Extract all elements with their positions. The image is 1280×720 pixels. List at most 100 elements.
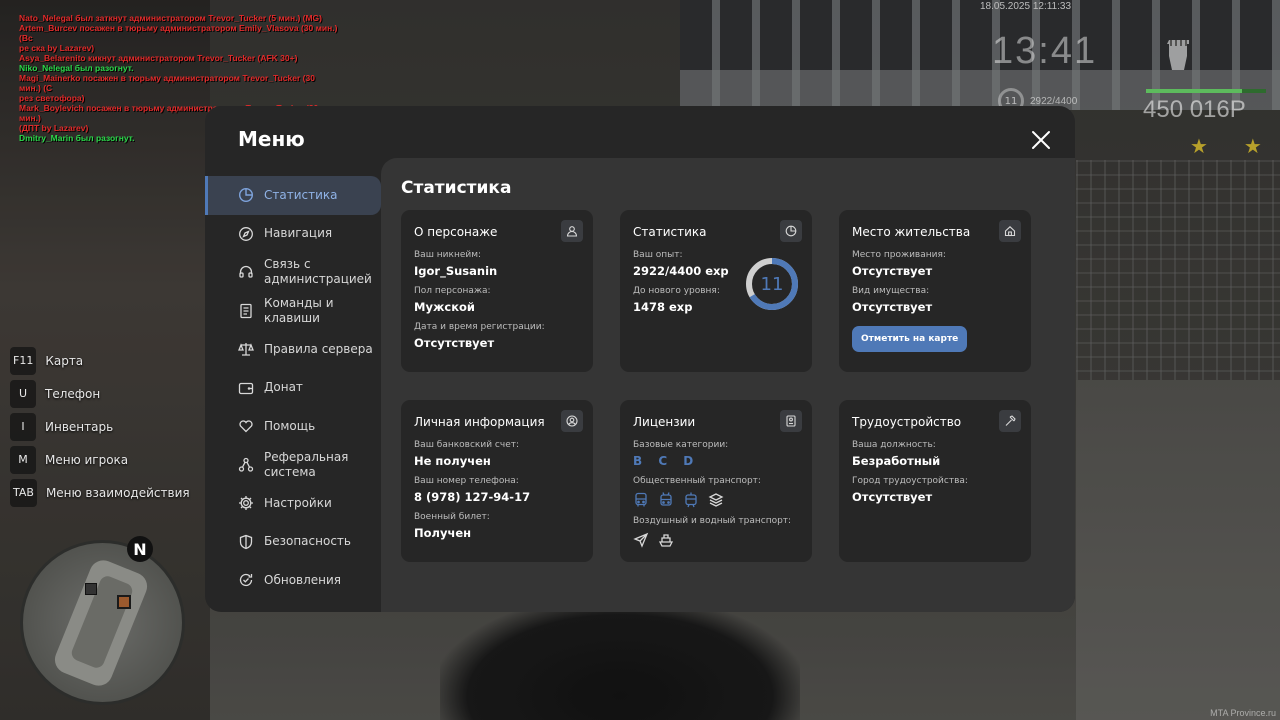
hotkey-key: TAB	[10, 478, 37, 507]
minimap-blip	[85, 583, 97, 595]
chat-line: ре ска by Lazarev)	[19, 43, 95, 53]
chat-line: Asya_Belarenito кикнут администратором T…	[19, 53, 298, 63]
sidebar-item-security[interactable]: Безопасность	[205, 523, 381, 562]
sidebar-item-label: Донат	[264, 380, 303, 395]
card-stats: Статистика Ваш опыт: 2922/4400 exp До но…	[620, 210, 812, 372]
card-icon-box	[999, 410, 1021, 432]
network-icon	[238, 457, 254, 472]
hammer-icon	[1005, 415, 1016, 426]
military-value: Получен	[414, 526, 472, 540]
sidebar-item-commands[interactable]: Команды и клавиши	[205, 292, 381, 331]
wallet-icon	[238, 382, 254, 394]
sidebar-item-rules[interactable]: Правила сервера	[205, 330, 381, 369]
pie-chart-icon	[785, 225, 797, 237]
base-categories-value: B C D	[633, 454, 700, 468]
place-value: Отсутствует	[852, 264, 933, 278]
headset-icon	[239, 266, 253, 278]
hotkey-label: Телефон	[45, 386, 101, 401]
heart-hand-icon	[239, 420, 253, 433]
hotkey-label: Карта	[45, 353, 84, 368]
sidebar-item-help[interactable]: Помощь	[205, 407, 381, 446]
sidebar-item-label: Обновления	[264, 572, 342, 587]
sidebar-item-donate[interactable]: Донат	[205, 369, 381, 408]
phone-label: Ваш номер телефона:	[414, 476, 519, 486]
sidebar-item-label: Команды и клавиши	[264, 295, 334, 325]
chat-line: Artem_Burcev посажен в тюрьму администра…	[19, 23, 338, 43]
card-title: О персонаже	[414, 225, 498, 239]
north-indicator: N	[127, 536, 153, 562]
level-progress-ring: 11	[746, 258, 798, 310]
trolleybus-icon	[660, 492, 672, 506]
public-transport-icons	[633, 492, 799, 508]
sidebar-item-settings[interactable]: Настройки	[205, 484, 381, 523]
refresh-check-icon	[239, 574, 253, 587]
minimap-blip	[117, 595, 131, 609]
mark-on-map-button[interactable]: Отметить на карте	[852, 326, 968, 352]
hotkey-interaction-menu: TAB Меню взаимодействия	[10, 476, 190, 509]
content-panel: Статистика О персонаже Ваш никнейм: Igor…	[381, 158, 1075, 612]
hotkey-label: Меню игрока	[45, 452, 129, 467]
bus-icon	[635, 492, 647, 507]
wanted-stars: ★★	[1190, 134, 1262, 158]
sidebar-item-label: Статистика	[264, 187, 338, 202]
card-employment: Трудоустройство Ваша должность: Безработ…	[839, 400, 1031, 562]
sidebar-item-label: Связь с администрацией	[264, 257, 372, 287]
chat-line: Nato_Nelegal был заткнут администратором…	[19, 13, 322, 23]
user-circle-icon	[566, 415, 578, 427]
hotkey-key: M	[10, 445, 36, 474]
position-label: Ваша должность:	[852, 440, 936, 450]
metro-icon	[708, 493, 724, 507]
scales-icon	[238, 343, 254, 356]
close-icon[interactable]	[1030, 129, 1052, 151]
hotkey-key: F11	[10, 346, 37, 375]
hotkeys-panel: F11 Карта U Телефон I Инвентарь M Меню и…	[10, 344, 190, 509]
sidebar-item-label: Настройки	[264, 495, 332, 510]
sidebar-item-statistics[interactable]: Статистика	[205, 176, 381, 215]
card-icon-box	[780, 220, 802, 242]
pie-chart-icon	[238, 188, 254, 203]
place-label: Место проживания:	[852, 250, 946, 260]
health-bar	[1146, 89, 1266, 93]
ship-icon	[658, 534, 674, 547]
date-time: 18.05.2025 12:11:33	[980, 1, 1072, 12]
document-icon	[240, 303, 252, 318]
sidebar-item-navigation[interactable]: Навигация	[205, 215, 381, 254]
property-label: Вид имущества:	[852, 286, 930, 296]
card-icon-box	[561, 220, 583, 242]
clock: 13:41	[992, 30, 1098, 72]
card-title: Трудоустройство	[852, 415, 962, 429]
bank-label: Ваш банковский счет:	[414, 440, 520, 450]
hotkey-phone: U Телефон	[10, 377, 190, 410]
compass-icon	[239, 226, 253, 241]
menu-title: Меню	[238, 127, 305, 151]
job-city-label: Город трудоустройства:	[852, 476, 968, 486]
tram-icon	[685, 492, 697, 508]
base-categories-label: Базовые категории:	[633, 440, 729, 450]
watermark: MTA Province.ru	[1210, 708, 1276, 718]
property-value: Отсутствует	[852, 300, 933, 314]
military-label: Военный билет:	[414, 512, 490, 522]
sidebar-item-contact-admin[interactable]: Связь с администрацией	[205, 253, 381, 292]
sidebar-item-label: Безопасность	[264, 534, 351, 549]
job-city-value: Отсутствует	[852, 490, 933, 504]
card-personal-info: Личная информация Ваш банковский счет: Н…	[401, 400, 593, 562]
phone-value: 8 (978) 127-94-17	[414, 490, 531, 504]
fist-icon	[1167, 40, 1189, 70]
minimap	[20, 540, 185, 705]
sidebar-item-referral[interactable]: Реферальная система	[205, 446, 381, 485]
menu-window: Меню Статистика Навигация Связь с админи…	[205, 106, 1075, 612]
hotkey-inventory: I Инвентарь	[10, 410, 190, 443]
sidebar-item-updates[interactable]: Обновления	[205, 561, 381, 600]
license-card-icon	[786, 415, 796, 427]
sidebar-item-label: Помощь	[264, 418, 316, 433]
chat-line: Niko_Nelegal был разогнут.	[19, 63, 134, 73]
bank-value: Не получен	[414, 454, 491, 468]
card-title: Лицензии	[633, 415, 696, 429]
card-icon-box	[780, 410, 802, 432]
card-title: Место жительства	[852, 225, 971, 239]
chat-line: Magi_Mainerko посажен в тюрьму администр…	[19, 73, 315, 93]
card-title: Статистика	[633, 225, 707, 239]
registration-value: Отсутствует	[414, 336, 495, 350]
sidebar-item-label: Навигация	[264, 226, 333, 241]
hotkey-label: Меню взаимодействия	[45, 485, 190, 500]
